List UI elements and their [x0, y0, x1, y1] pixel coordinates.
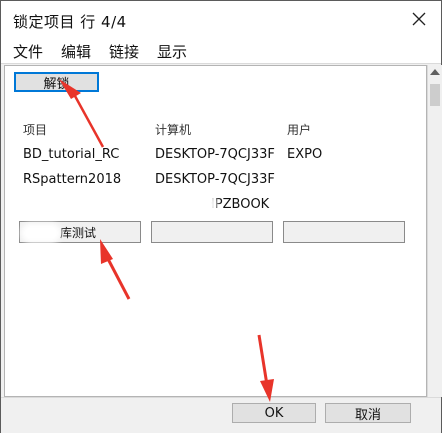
vertical-scrollbar[interactable] [427, 65, 442, 397]
close-button[interactable] [405, 5, 433, 33]
scroll-thumb[interactable] [430, 84, 440, 106]
cell-computer: DESKTOP-7QCJ33F [155, 147, 275, 162]
redacted-region [23, 200, 81, 210]
menu-view[interactable]: 显示 [157, 41, 187, 62]
cancel-button[interactable]: 取消 [325, 403, 411, 423]
unlock-button[interactable]: 解锁 [14, 72, 99, 92]
title-bar: 锁定项目 行 4/4 [1, 1, 441, 38]
redacted-region [283, 200, 329, 210]
column-header-project: 项目 [23, 123, 48, 137]
window-title: 锁定项目 行 4/4 [13, 13, 127, 31]
redacted-region [283, 177, 325, 187]
menu-bar: 文件 编辑 链接 显示 [1, 37, 441, 64]
column-header-computer: 计算机 [155, 123, 192, 137]
menu-file[interactable]: 文件 [13, 41, 43, 62]
ok-button[interactable]: OK [232, 403, 316, 423]
cell-user: EXPO [287, 147, 323, 162]
close-icon [412, 12, 426, 26]
cell-project: BD_tutorial_RC [23, 147, 120, 162]
column-header-user: 用户 [287, 123, 312, 137]
menu-link[interactable]: 链接 [109, 41, 139, 62]
cell-computer: HPZBOOK [205, 197, 270, 212]
cell-project: RSpattern2018 [23, 172, 122, 187]
filter-input-computer[interactable] [151, 221, 273, 243]
redacted-region [27, 229, 55, 237]
filter-input-user[interactable] [283, 221, 405, 243]
scroll-up-icon[interactable] [430, 69, 440, 75]
cell-computer: DESKTOP-7QCJ33F [155, 172, 275, 187]
lock-project-dialog: 锁定项目 行 4/4 文件 编辑 链接 显示 解锁 项目 计算机 用户 BD_t… [0, 0, 442, 433]
redacted-region [149, 197, 211, 211]
menu-edit[interactable]: 编辑 [61, 41, 91, 62]
